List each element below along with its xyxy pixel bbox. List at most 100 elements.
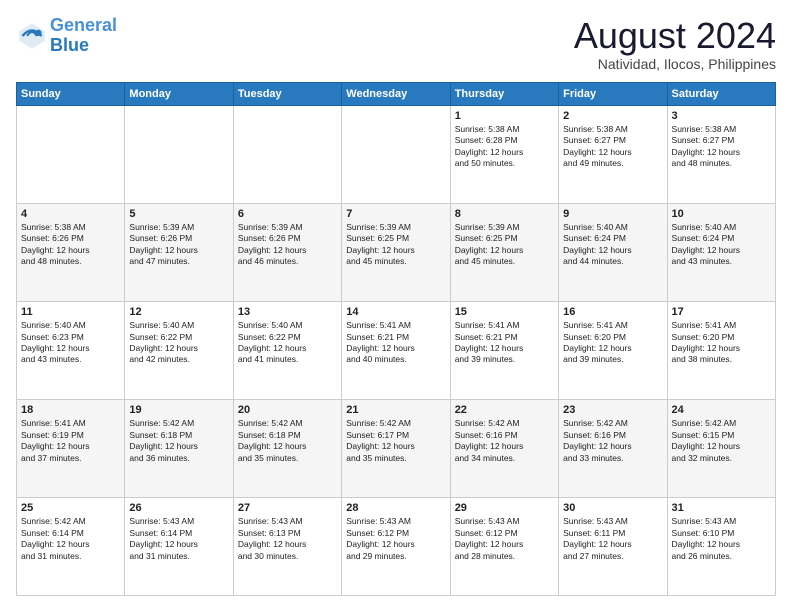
calendar-week-5: 25Sunrise: 5:42 AM Sunset: 6:14 PM Dayli… xyxy=(17,497,776,595)
subtitle: Natividad, Ilocos, Philippines xyxy=(574,56,776,72)
logo-line1: General xyxy=(50,15,117,35)
cell-info: Sunrise: 5:39 AM Sunset: 6:26 PM Dayligh… xyxy=(238,222,337,268)
cell-info: Sunrise: 5:41 AM Sunset: 6:21 PM Dayligh… xyxy=(346,320,445,366)
calendar-header-monday: Monday xyxy=(125,82,233,105)
calendar-cell xyxy=(125,105,233,203)
day-number: 13 xyxy=(238,305,337,319)
cell-info: Sunrise: 5:40 AM Sunset: 6:22 PM Dayligh… xyxy=(238,320,337,366)
day-number: 3 xyxy=(672,109,771,123)
logo-text: General Blue xyxy=(50,16,117,56)
cell-info: Sunrise: 5:42 AM Sunset: 6:18 PM Dayligh… xyxy=(238,418,337,464)
day-number: 18 xyxy=(21,403,120,417)
calendar-cell: 31Sunrise: 5:43 AM Sunset: 6:10 PM Dayli… xyxy=(667,497,775,595)
cell-info: Sunrise: 5:38 AM Sunset: 6:27 PM Dayligh… xyxy=(672,124,771,170)
cell-info: Sunrise: 5:39 AM Sunset: 6:26 PM Dayligh… xyxy=(129,222,228,268)
logo: General Blue xyxy=(16,16,117,56)
day-number: 8 xyxy=(455,207,554,221)
calendar-header-friday: Friday xyxy=(559,82,667,105)
cell-info: Sunrise: 5:38 AM Sunset: 6:28 PM Dayligh… xyxy=(455,124,554,170)
calendar-cell: 14Sunrise: 5:41 AM Sunset: 6:21 PM Dayli… xyxy=(342,301,450,399)
calendar-cell: 1Sunrise: 5:38 AM Sunset: 6:28 PM Daylig… xyxy=(450,105,558,203)
calendar-cell: 19Sunrise: 5:42 AM Sunset: 6:18 PM Dayli… xyxy=(125,399,233,497)
cell-info: Sunrise: 5:42 AM Sunset: 6:15 PM Dayligh… xyxy=(672,418,771,464)
calendar-header-row: SundayMondayTuesdayWednesdayThursdayFrid… xyxy=(17,82,776,105)
calendar-cell: 17Sunrise: 5:41 AM Sunset: 6:20 PM Dayli… xyxy=(667,301,775,399)
day-number: 10 xyxy=(672,207,771,221)
day-number: 21 xyxy=(346,403,445,417)
calendar-cell: 25Sunrise: 5:42 AM Sunset: 6:14 PM Dayli… xyxy=(17,497,125,595)
day-number: 2 xyxy=(563,109,662,123)
day-number: 23 xyxy=(563,403,662,417)
cell-info: Sunrise: 5:40 AM Sunset: 6:23 PM Dayligh… xyxy=(21,320,120,366)
day-number: 6 xyxy=(238,207,337,221)
calendar-cell: 29Sunrise: 5:43 AM Sunset: 6:12 PM Dayli… xyxy=(450,497,558,595)
day-number: 27 xyxy=(238,501,337,515)
calendar-cell: 7Sunrise: 5:39 AM Sunset: 6:25 PM Daylig… xyxy=(342,203,450,301)
day-number: 26 xyxy=(129,501,228,515)
calendar-table: SundayMondayTuesdayWednesdayThursdayFrid… xyxy=(16,82,776,596)
cell-info: Sunrise: 5:42 AM Sunset: 6:16 PM Dayligh… xyxy=(455,418,554,464)
day-number: 15 xyxy=(455,305,554,319)
title-block: August 2024 Natividad, Ilocos, Philippin… xyxy=(574,16,776,72)
header: General Blue August 2024 Natividad, Iloc… xyxy=(16,16,776,72)
cell-info: Sunrise: 5:40 AM Sunset: 6:22 PM Dayligh… xyxy=(129,320,228,366)
logo-line2: Blue xyxy=(50,35,89,55)
calendar-header-sunday: Sunday xyxy=(17,82,125,105)
cell-info: Sunrise: 5:42 AM Sunset: 6:14 PM Dayligh… xyxy=(21,516,120,562)
day-number: 14 xyxy=(346,305,445,319)
cell-info: Sunrise: 5:40 AM Sunset: 6:24 PM Dayligh… xyxy=(672,222,771,268)
day-number: 25 xyxy=(21,501,120,515)
calendar-cell: 10Sunrise: 5:40 AM Sunset: 6:24 PM Dayli… xyxy=(667,203,775,301)
day-number: 16 xyxy=(563,305,662,319)
cell-info: Sunrise: 5:42 AM Sunset: 6:17 PM Dayligh… xyxy=(346,418,445,464)
day-number: 9 xyxy=(563,207,662,221)
cell-info: Sunrise: 5:42 AM Sunset: 6:16 PM Dayligh… xyxy=(563,418,662,464)
calendar-cell: 8Sunrise: 5:39 AM Sunset: 6:25 PM Daylig… xyxy=(450,203,558,301)
calendar-cell: 26Sunrise: 5:43 AM Sunset: 6:14 PM Dayli… xyxy=(125,497,233,595)
calendar-cell: 21Sunrise: 5:42 AM Sunset: 6:17 PM Dayli… xyxy=(342,399,450,497)
calendar-cell: 23Sunrise: 5:42 AM Sunset: 6:16 PM Dayli… xyxy=(559,399,667,497)
day-number: 31 xyxy=(672,501,771,515)
calendar-cell: 22Sunrise: 5:42 AM Sunset: 6:16 PM Dayli… xyxy=(450,399,558,497)
calendar-cell: 30Sunrise: 5:43 AM Sunset: 6:11 PM Dayli… xyxy=(559,497,667,595)
cell-info: Sunrise: 5:41 AM Sunset: 6:19 PM Dayligh… xyxy=(21,418,120,464)
calendar-cell: 3Sunrise: 5:38 AM Sunset: 6:27 PM Daylig… xyxy=(667,105,775,203)
cell-info: Sunrise: 5:43 AM Sunset: 6:14 PM Dayligh… xyxy=(129,516,228,562)
calendar-cell: 15Sunrise: 5:41 AM Sunset: 6:21 PM Dayli… xyxy=(450,301,558,399)
day-number: 12 xyxy=(129,305,228,319)
calendar-cell: 6Sunrise: 5:39 AM Sunset: 6:26 PM Daylig… xyxy=(233,203,341,301)
calendar-cell xyxy=(342,105,450,203)
calendar-cell: 20Sunrise: 5:42 AM Sunset: 6:18 PM Dayli… xyxy=(233,399,341,497)
calendar-header-saturday: Saturday xyxy=(667,82,775,105)
day-number: 4 xyxy=(21,207,120,221)
cell-info: Sunrise: 5:43 AM Sunset: 6:11 PM Dayligh… xyxy=(563,516,662,562)
month-title: August 2024 xyxy=(574,16,776,56)
cell-info: Sunrise: 5:39 AM Sunset: 6:25 PM Dayligh… xyxy=(346,222,445,268)
cell-info: Sunrise: 5:41 AM Sunset: 6:20 PM Dayligh… xyxy=(672,320,771,366)
cell-info: Sunrise: 5:43 AM Sunset: 6:13 PM Dayligh… xyxy=(238,516,337,562)
cell-info: Sunrise: 5:38 AM Sunset: 6:26 PM Dayligh… xyxy=(21,222,120,268)
calendar-cell: 18Sunrise: 5:41 AM Sunset: 6:19 PM Dayli… xyxy=(17,399,125,497)
calendar-cell: 5Sunrise: 5:39 AM Sunset: 6:26 PM Daylig… xyxy=(125,203,233,301)
calendar-week-4: 18Sunrise: 5:41 AM Sunset: 6:19 PM Dayli… xyxy=(17,399,776,497)
logo-icon xyxy=(16,20,48,52)
day-number: 30 xyxy=(563,501,662,515)
calendar-cell xyxy=(233,105,341,203)
day-number: 20 xyxy=(238,403,337,417)
page: General Blue August 2024 Natividad, Iloc… xyxy=(0,0,792,612)
cell-info: Sunrise: 5:42 AM Sunset: 6:18 PM Dayligh… xyxy=(129,418,228,464)
cell-info: Sunrise: 5:40 AM Sunset: 6:24 PM Dayligh… xyxy=(563,222,662,268)
day-number: 17 xyxy=(672,305,771,319)
calendar-cell: 24Sunrise: 5:42 AM Sunset: 6:15 PM Dayli… xyxy=(667,399,775,497)
calendar-week-3: 11Sunrise: 5:40 AM Sunset: 6:23 PM Dayli… xyxy=(17,301,776,399)
day-number: 22 xyxy=(455,403,554,417)
day-number: 29 xyxy=(455,501,554,515)
day-number: 1 xyxy=(455,109,554,123)
cell-info: Sunrise: 5:41 AM Sunset: 6:21 PM Dayligh… xyxy=(455,320,554,366)
day-number: 11 xyxy=(21,305,120,319)
calendar-cell: 11Sunrise: 5:40 AM Sunset: 6:23 PM Dayli… xyxy=(17,301,125,399)
cell-info: Sunrise: 5:43 AM Sunset: 6:12 PM Dayligh… xyxy=(346,516,445,562)
day-number: 24 xyxy=(672,403,771,417)
cell-info: Sunrise: 5:41 AM Sunset: 6:20 PM Dayligh… xyxy=(563,320,662,366)
day-number: 7 xyxy=(346,207,445,221)
